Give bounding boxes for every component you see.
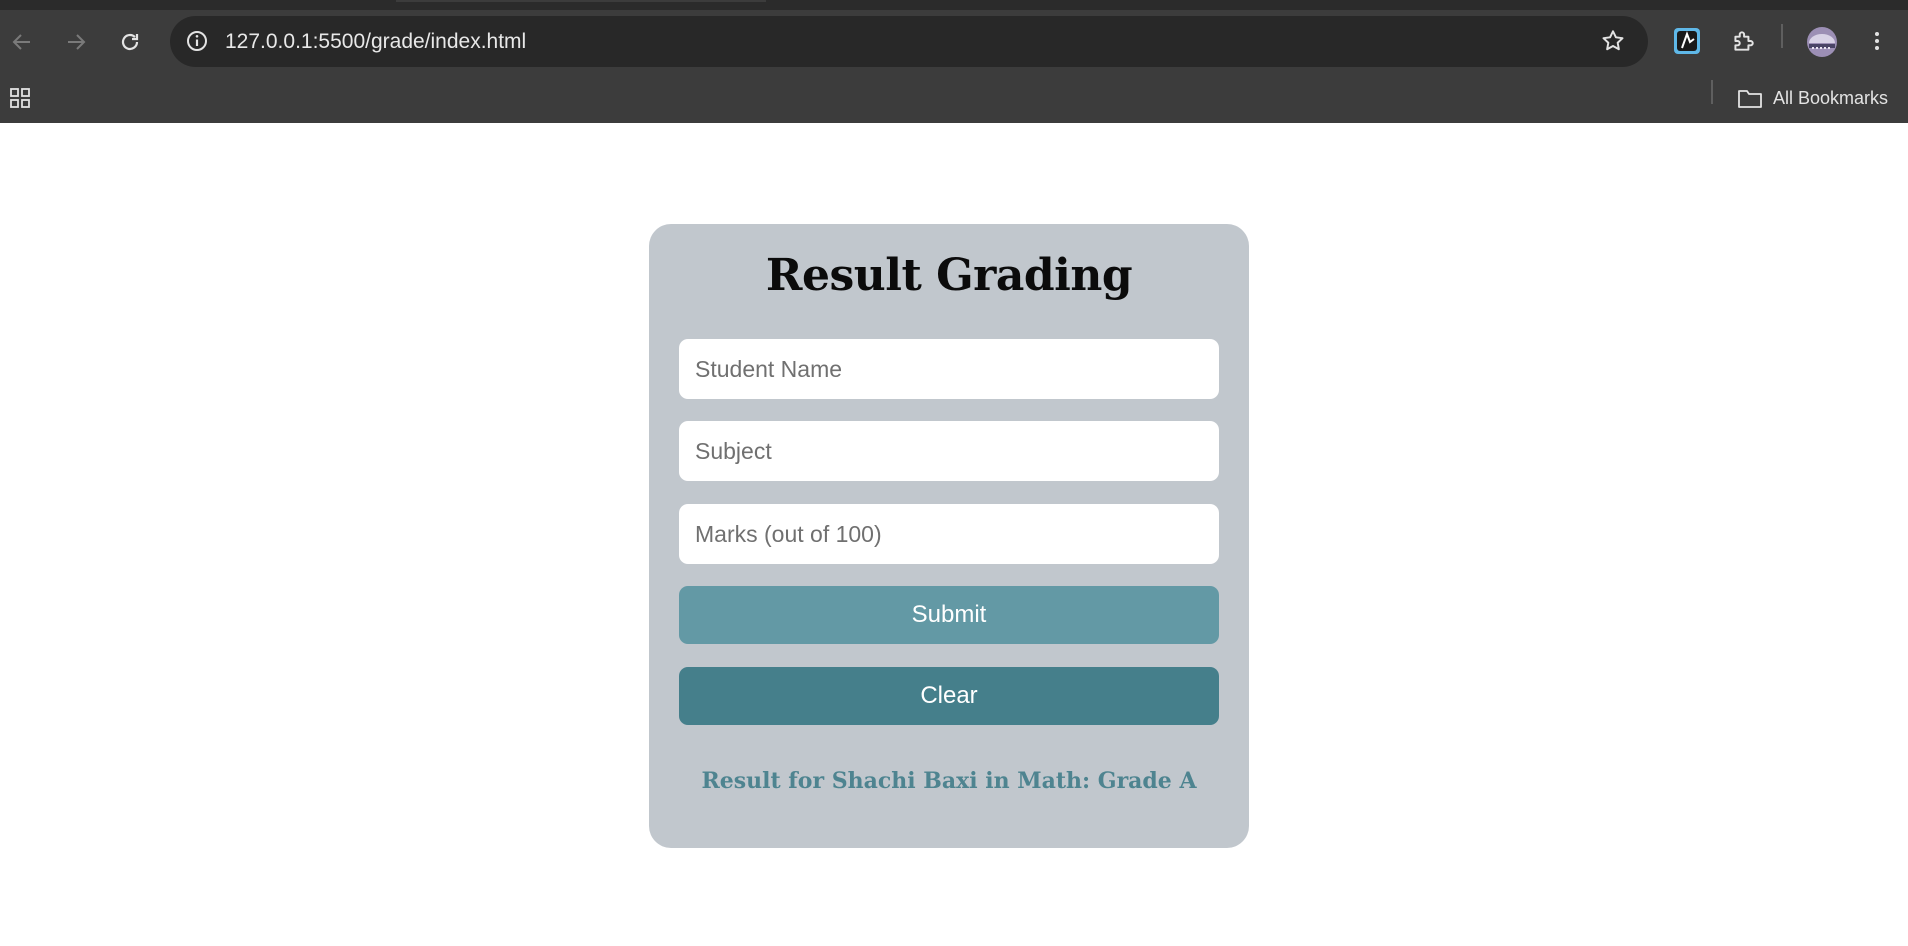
menu-kebab-icon[interactable] xyxy=(1860,24,1894,58)
bookmarks-bar: All Bookmarks xyxy=(0,72,1908,123)
student-name-input[interactable] xyxy=(679,339,1219,399)
extension-icon[interactable] xyxy=(1670,24,1704,58)
apps-grid-icon[interactable] xyxy=(6,84,34,112)
grading-card: Result Grading Submit Clear Result for S… xyxy=(649,224,1249,848)
arrow-left-icon xyxy=(12,34,30,50)
all-bookmarks-label: All Bookmarks xyxy=(1772,87,1888,108)
result-message: Result for Shachi Baxi in Math: Grade A xyxy=(701,768,1197,794)
profile-avatar[interactable] xyxy=(1804,24,1840,60)
site-info-icon[interactable] xyxy=(184,28,210,54)
active-tab-edge xyxy=(396,0,766,2)
toolbar-divider xyxy=(1781,24,1783,48)
all-bookmarks-button[interactable]: All Bookmarks xyxy=(1737,84,1888,112)
reload-button[interactable] xyxy=(114,26,146,58)
submit-button[interactable]: Submit xyxy=(679,586,1219,644)
back-button[interactable] xyxy=(6,26,38,58)
browser-toolbar: 127.0.0.1:5500/grade/index.html xyxy=(0,10,1908,72)
page-title: Result Grading xyxy=(765,250,1133,301)
bookmarks-divider xyxy=(1711,80,1713,104)
marks-input[interactable] xyxy=(679,504,1219,564)
clear-button[interactable]: Clear xyxy=(679,667,1219,725)
forward-button[interactable] xyxy=(60,26,92,58)
url-text[interactable]: 127.0.0.1:5500/grade/index.html xyxy=(225,30,526,54)
reload-icon xyxy=(121,33,139,51)
folder-icon xyxy=(1738,90,1762,108)
arrow-right-icon xyxy=(68,34,86,50)
address-bar[interactable]: 127.0.0.1:5500/grade/index.html xyxy=(170,16,1648,67)
bookmark-star-icon[interactable] xyxy=(1600,28,1626,54)
tab-strip xyxy=(0,0,1908,10)
subject-input[interactable] xyxy=(679,421,1219,481)
extensions-puzzle-icon[interactable] xyxy=(1726,24,1760,58)
